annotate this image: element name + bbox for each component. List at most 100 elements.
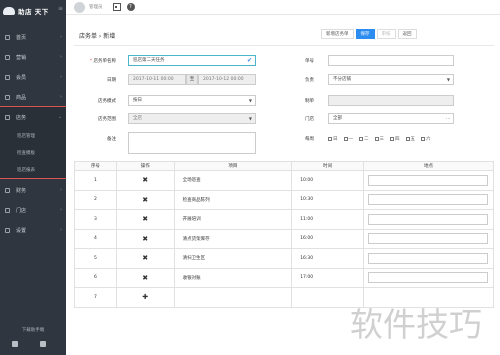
caret-down-icon: ▼	[248, 116, 252, 121]
weekday-thu-checkbox[interactable]: 四	[390, 136, 400, 142]
weekday-tue-checkbox[interactable]: 二	[359, 136, 369, 142]
weekday-tue-label: 二	[364, 137, 369, 142]
watermark: 软件技巧	[350, 305, 482, 344]
place-input[interactable]	[367, 213, 488, 225]
sidebar-subitem-report[interactable]: 巡店报表	[0, 161, 66, 178]
sidebar-subitem-inspection[interactable]: 巡店管理	[0, 127, 66, 144]
delete-row-icon[interactable]: ✖	[115, 267, 175, 288]
avatar[interactable]	[74, 1, 85, 13]
executor-select[interactable]: 不分店铺 ▼	[328, 74, 454, 85]
brand: 助店 天下	[3, 4, 65, 18]
place-input[interactable]	[367, 174, 488, 186]
end-date-input[interactable]: 2017-10-12 00:00	[198, 74, 256, 85]
sidebar-item-label: 设置	[16, 227, 27, 234]
save-button[interactable]: 保存	[355, 29, 375, 39]
sidebar-item-label: 门店	[16, 207, 27, 214]
sidebar-subitem-template[interactable]: 检查模板	[0, 144, 66, 161]
row-no: 1	[74, 170, 117, 191]
store-select[interactable]: 全部 ···	[328, 113, 454, 124]
delete-row-icon[interactable]: ✖	[115, 170, 175, 191]
sidebar-item-label: 首页	[16, 34, 27, 41]
col-header-op: 操作	[115, 161, 175, 171]
task-name-input[interactable]: 巡店第二天任务 ✔	[128, 55, 256, 66]
audit-button[interactable]: 审核	[376, 29, 396, 39]
scope-select[interactable]: 全店 ▼	[128, 113, 256, 124]
sidebar-group-store-tasks: 店务 ⌄ 巡店管理 检查模板 巡店报表	[0, 106, 67, 179]
sidebar-footer-icons	[12, 341, 46, 347]
row-time: 16:30	[291, 248, 364, 269]
table-row: 2 ✖ 检查商品陈列 10:30	[74, 189, 495, 210]
windows-icon[interactable]	[40, 341, 46, 347]
weekday-sat-checkbox[interactable]: 六	[421, 136, 431, 142]
row-time: 10:30	[291, 189, 364, 210]
sidebar-item-label: 会员	[16, 74, 27, 81]
task-name-value: 巡店第二天任务	[133, 58, 165, 63]
place-input[interactable]	[367, 252, 488, 264]
finance-icon	[5, 187, 10, 193]
row-no: 3	[74, 209, 117, 230]
store-value: 全部	[333, 116, 342, 121]
help-icon[interactable]: ?	[126, 3, 135, 11]
scope-label: 店务范围	[98, 117, 116, 122]
col-header-no: 序号	[74, 161, 117, 171]
date-range-separator: 至	[186, 74, 198, 85]
weekday-fri-label: 五	[410, 137, 416, 142]
action-bar: 新增店务单 保存 审核 返回	[321, 29, 417, 39]
caret-down-icon: ▼	[446, 77, 450, 82]
breadcrumb: 店务单 › 新增	[79, 33, 116, 40]
store-icon	[5, 207, 10, 213]
start-date-input[interactable]: 2017-10-11 00:00	[128, 74, 186, 85]
col-header-place: 地点	[362, 161, 495, 171]
add-row-icon[interactable]: ✚	[115, 287, 175, 308]
checkbox-icon	[390, 137, 394, 141]
weekday-label: 每周	[305, 137, 314, 142]
checkbox-icon	[359, 137, 363, 141]
place-input[interactable]	[367, 272, 488, 284]
delete-row-icon[interactable]: ✖	[115, 209, 175, 230]
back-button[interactable]: 返回	[397, 29, 417, 39]
divider	[74, 45, 494, 46]
menu-toggle-icon[interactable]: ≡	[58, 5, 63, 12]
sidebar-item-settings[interactable]: 设置 ›	[0, 220, 66, 240]
chevron-right-icon: ›	[60, 54, 62, 60]
delete-row-icon[interactable]: ✖	[115, 189, 175, 210]
weekday-wed-checkbox[interactable]: 三	[374, 136, 384, 142]
sidebar-footer-text[interactable]: 下载助手端	[0, 327, 66, 333]
sidebar-item-stores[interactable]: 门店 ›	[0, 200, 66, 220]
row-time: 16:00	[291, 228, 364, 249]
apple-icon[interactable]	[12, 341, 18, 347]
col-header-name: 项目	[173, 161, 293, 171]
delete-row-icon[interactable]: ✖	[115, 248, 175, 269]
user-name[interactable]: 管理员	[89, 4, 103, 10]
sidebar-item-goods[interactable]: 商品 ›	[0, 87, 66, 107]
cloud-logo-icon	[3, 7, 15, 15]
sidebar: 助店 天下 ≡ 首页 › 营销 › 会员 › 商品 › 店务 ⌄ 巡店管理 检查…	[0, 0, 67, 355]
weekday-fri-checkbox[interactable]: 五	[405, 136, 416, 142]
gear-icon	[5, 114, 10, 120]
order-no-input[interactable]	[328, 55, 454, 66]
sidebar-item-marketing[interactable]: 营销 ›	[0, 47, 66, 67]
order-no-label: 单号	[305, 59, 314, 64]
home-icon	[5, 34, 10, 40]
brand-title: 助店 天下	[18, 8, 49, 16]
executor-label: 负责	[305, 78, 314, 83]
chevron-right-icon: ›	[60, 207, 62, 213]
delete-row-icon[interactable]: ✖	[115, 228, 175, 249]
date-label: 日期	[107, 78, 116, 83]
weekday-mon-checkbox[interactable]: 一	[343, 136, 353, 142]
place-input[interactable]	[367, 194, 488, 206]
sidebar-item-store-tasks[interactable]: 店务 ⌄	[0, 107, 66, 127]
sidebar-item-members[interactable]: 会员 ›	[0, 67, 66, 87]
qr-code-icon[interactable]	[112, 3, 121, 11]
sidebar-item-finance[interactable]: 财务 ›	[0, 180, 66, 200]
name-label: 店务单名称	[66, 58, 117, 64]
new-task-button[interactable]: 新增店务单	[321, 29, 354, 39]
mode-select[interactable]: 按日 ▼	[128, 95, 256, 106]
sidebar-item-home[interactable]: 首页 ›	[0, 27, 66, 47]
remark-textarea[interactable]	[128, 132, 256, 154]
place-input[interactable]	[367, 233, 488, 245]
weekday-sun-checkbox[interactable]: 日	[328, 136, 338, 142]
row-name: 检查商品陈列	[173, 189, 293, 210]
row-name: 开展培训	[173, 209, 293, 230]
row-time: 10:00	[291, 170, 364, 191]
